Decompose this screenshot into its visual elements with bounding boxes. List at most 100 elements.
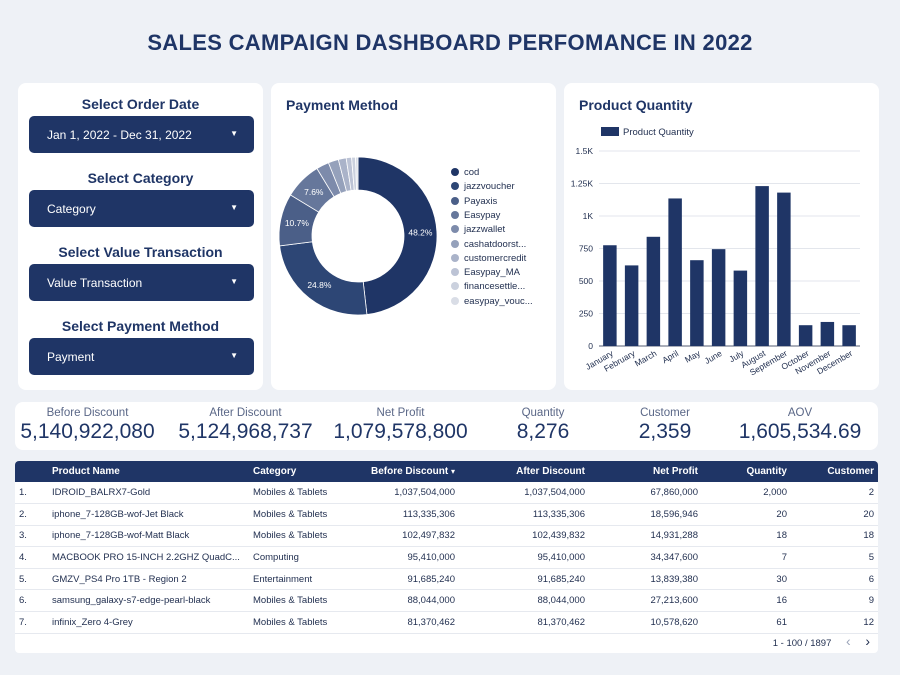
bar-may[interactable] <box>690 260 704 346</box>
value-transaction-label: Select Value Transaction <box>58 244 223 260</box>
cell-product-name: IDROID_BALRX7-Gold <box>48 482 249 505</box>
col-header-category[interactable]: Category <box>249 461 349 482</box>
payment-method-value: Payment <box>47 350 95 364</box>
y-tick-label: 250 <box>579 309 593 319</box>
cell-customer: 20 <box>791 503 878 526</box>
cell-quantity: 61 <box>702 611 791 634</box>
legend-swatch <box>451 239 459 248</box>
caret-down-icon: ▼ <box>230 277 238 286</box>
bar-april[interactable] <box>668 198 682 346</box>
col-header-customer[interactable]: Customer <box>791 461 878 482</box>
kpi-label: Net Profit <box>376 407 425 419</box>
bar-august[interactable] <box>755 186 769 346</box>
legend-label: jazzvoucher <box>464 181 515 193</box>
legend-label: Easypay <box>464 209 501 221</box>
prev-page-icon[interactable]: ‹ <box>846 633 851 649</box>
cell-index: 3. <box>15 525 48 548</box>
y-tick-label: 1.25K <box>571 179 594 189</box>
kpi-label: Before Discount <box>46 407 129 419</box>
x-tick-label: April <box>660 348 680 365</box>
bar-july[interactable] <box>733 270 748 346</box>
legend-label: cashatdoorst... <box>464 238 527 250</box>
bar-february[interactable] <box>624 265 639 346</box>
table-row[interactable]: 3. iphone_7-128GB-wof-Matt Black Mobiles &… <box>15 525 878 548</box>
cell-before-discount: 1,037,504,000 <box>349 482 459 505</box>
col-header-after-discount[interactable]: After Discount <box>459 461 589 482</box>
sort-desc-icon[interactable]: ▾ <box>451 467 455 476</box>
legend-item[interactable]: Payaxis <box>451 196 497 207</box>
bar-november[interactable] <box>820 321 835 346</box>
bar-june[interactable] <box>711 249 726 346</box>
next-page-icon[interactable]: › <box>865 633 870 649</box>
table-row[interactable]: 5. GMZV_PS4 Pro 1TB - Region 2 Entertainme… <box>15 568 878 591</box>
cell-product-name: iphone_7-128GB-wof-Matt Black <box>48 525 249 548</box>
legend-item[interactable]: Easypay_MA <box>451 267 520 278</box>
kpi-label: Customer <box>640 407 690 419</box>
table-row[interactable]: 2. iphone_7-128GB-wof-Jet Black Mobiles & … <box>15 503 878 526</box>
cell-index: 7. <box>15 611 48 634</box>
cell-index: 1. <box>15 482 48 505</box>
kpi-value: 2,359 <box>638 420 692 443</box>
y-tick-label: 1.5K <box>576 146 594 156</box>
pie-slice-jazzvoucher[interactable] <box>279 241 368 316</box>
legend-swatch <box>451 182 459 191</box>
cell-customer: 18 <box>791 525 878 548</box>
order-date-dropdown[interactable]: Jan 1, 2022 - Dec 31, 2022 ▼ <box>29 116 254 153</box>
col-header-net-profit[interactable]: Net Profit <box>589 461 702 482</box>
table-header-row: Product Name Category Before Discount ▾ … <box>15 461 878 482</box>
kpi-scorecards: Before Discount 5,140,922,080 After Disc… <box>15 402 878 450</box>
payment-method-dropdown[interactable]: Payment ▼ <box>29 338 254 375</box>
cell-after-discount: 113,335,306 <box>459 503 589 526</box>
bar-january[interactable] <box>603 245 617 346</box>
cell-after-discount: 88,044,000 <box>459 589 589 613</box>
legend-item[interactable]: customercredit <box>451 253 526 264</box>
x-tick-label: May <box>683 348 703 365</box>
product-quantity-card: Product Quantity Product Quantity 0 250 500… <box>564 83 879 390</box>
y-tick-label: 750 <box>579 244 593 254</box>
x-tick-label: March <box>633 348 659 369</box>
cell-quantity: 18 <box>702 525 791 548</box>
table-row[interactable]: 7. infinix_Zero 4-Grey Mobiles & Tablets 81… <box>15 611 878 634</box>
pie-data-label: 7.6% <box>304 187 324 197</box>
col-header-before-discount[interactable]: Before Discount ▾ <box>349 461 459 482</box>
legend-item[interactable]: easypay_vouc... <box>451 296 533 307</box>
cell-product-name: GMZV_PS4 Pro 1TB - Region 2 <box>48 568 249 591</box>
bar-october[interactable] <box>798 325 813 346</box>
product-table: Product Name Category Before Discount ▾ … <box>15 461 878 634</box>
cell-after-discount: 91,685,240 <box>459 568 589 591</box>
col-header-quantity[interactable]: Quantity <box>702 461 791 482</box>
legend-item[interactable]: cashatdoorst... <box>451 239 526 250</box>
cell-category: Mobiles & Tablets <box>249 503 349 526</box>
cell-customer: 2 <box>791 482 878 505</box>
cell-after-discount: 81,370,462 <box>459 611 589 634</box>
table-row[interactable]: 4. MACBOOK PRO 15-INCH 2.2GHZ QuadC... Com… <box>15 546 878 569</box>
table-row[interactable]: 1. IDROID_BALRX7-Gold Mobiles & Tablets 1,0… <box>15 482 878 505</box>
bar-march[interactable] <box>646 236 661 346</box>
legend-swatch <box>451 168 459 176</box>
table-row[interactable]: 6. samsung_galaxy-s7-edge-pearl-black Mobi… <box>15 589 878 613</box>
kpi-value: 5,140,922,080 <box>20 420 155 443</box>
legend-item[interactable]: jazzvoucher <box>451 181 515 192</box>
cell-quantity: 16 <box>702 589 791 613</box>
legend-swatch <box>451 268 459 277</box>
bar-september[interactable] <box>777 192 791 346</box>
category-dropdown[interactable]: Category ▼ <box>29 190 254 227</box>
cell-net-profit: 34,347,600 <box>589 546 702 569</box>
kpi-aov: AOV 1,605,534.69 <box>720 402 880 444</box>
legend-swatch <box>451 225 459 234</box>
bar-december[interactable] <box>842 325 856 346</box>
y-tick-label: 500 <box>579 276 593 286</box>
legend-label: jazzwallet <box>464 224 506 236</box>
legend-item[interactable]: cod <box>451 167 479 178</box>
legend-item[interactable]: Easypay <box>451 210 500 221</box>
legend-swatch <box>601 127 619 136</box>
pagination: 1 - 100 / 1897 ‹ › <box>773 633 870 649</box>
legend-label: financesettle... <box>464 281 526 293</box>
value-transaction-dropdown[interactable]: Value Transaction ▼ <box>29 264 254 301</box>
y-tick-label: 0 <box>588 341 593 351</box>
table-body: 1. IDROID_BALRX7-Gold Mobiles & Tablets 1,0… <box>15 482 878 634</box>
col-header-product-name[interactable]: Product Name <box>48 461 249 482</box>
cell-before-discount: 102,497,832 <box>349 525 459 548</box>
legend-item[interactable]: jazzwallet <box>451 224 505 235</box>
legend-item[interactable]: financesettle... <box>451 281 525 292</box>
